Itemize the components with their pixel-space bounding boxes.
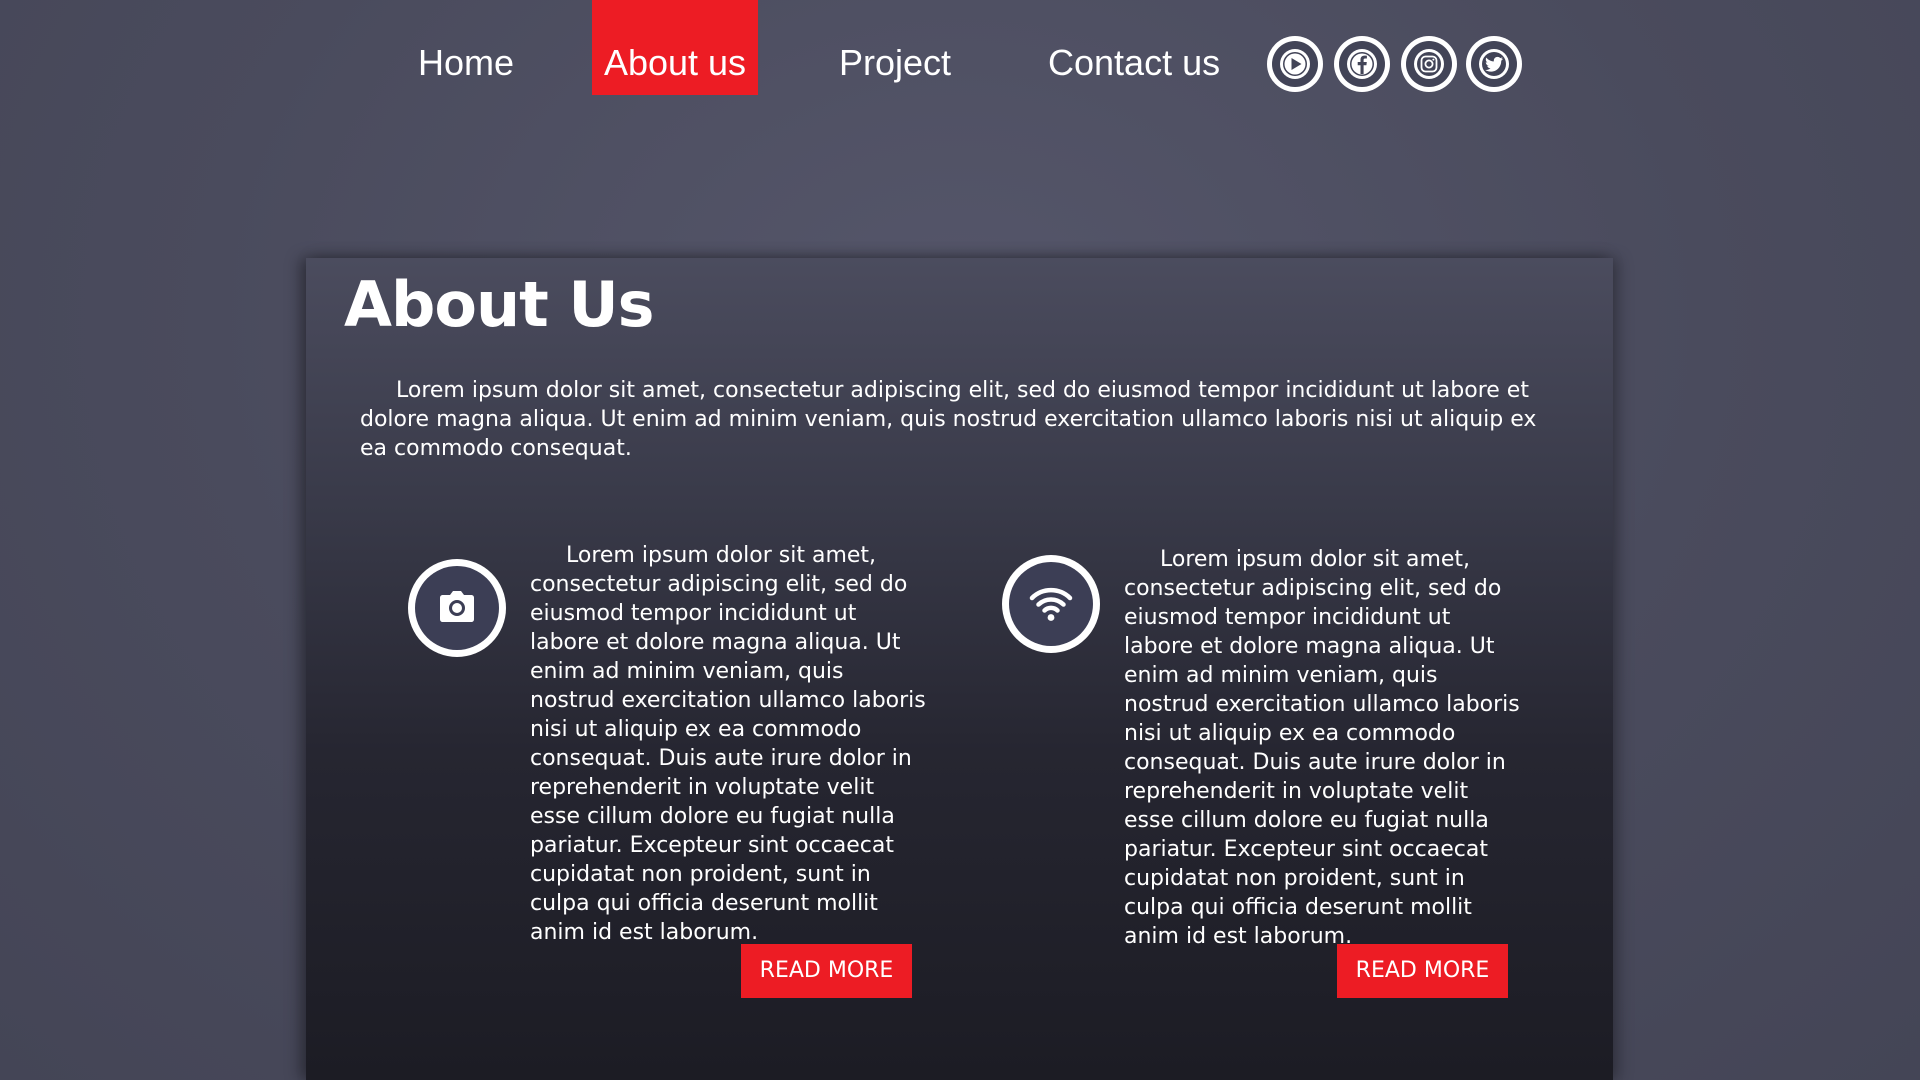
- feature-description: Lorem ipsum dolor sit amet, con­sectetur…: [1124, 547, 1520, 949]
- read-more-button[interactable]: READ MORE: [1337, 944, 1508, 998]
- wifi-icon: [1029, 587, 1073, 621]
- page-title: About Us: [344, 268, 655, 341]
- twitter-icon: [1479, 49, 1509, 79]
- feature-icon-badge: [1002, 555, 1100, 653]
- camera-icon: [440, 591, 474, 622]
- instagram-icon: [1414, 49, 1444, 79]
- nav-item-about-us[interactable]: About us: [592, 0, 758, 95]
- feature-icon-badge: [408, 559, 506, 657]
- nav-item-home[interactable]: Home: [418, 0, 514, 95]
- about-panel: About Us Lorem ipsum dolor sit amet, con…: [306, 258, 1613, 1080]
- facebook-icon: [1347, 49, 1377, 79]
- intro-paragraph: Lorem ipsum dolor sit amet, consectetur …: [360, 378, 1537, 461]
- feature-description: Lorem ipsum dolor sit amet, con­sectetur…: [530, 543, 926, 945]
- youtube-icon: [1280, 49, 1310, 79]
- nav-item-project[interactable]: Project: [839, 0, 951, 95]
- nav-item-label: About us: [603, 42, 747, 83]
- nav-item-label: Home: [418, 42, 515, 83]
- facebook-link[interactable]: [1334, 36, 1390, 92]
- twitter-link[interactable]: [1466, 36, 1522, 92]
- nav-item-label: Project: [839, 42, 952, 83]
- read-more-button[interactable]: READ MORE: [741, 944, 912, 998]
- top-navigation: Home About us Project Contact us: [0, 0, 1920, 95]
- nav-item-label: Contact us: [1048, 42, 1221, 83]
- nav-item-contact-us[interactable]: Contact us: [1048, 0, 1220, 95]
- instagram-link[interactable]: [1401, 36, 1457, 92]
- youtube-link[interactable]: [1267, 36, 1323, 92]
